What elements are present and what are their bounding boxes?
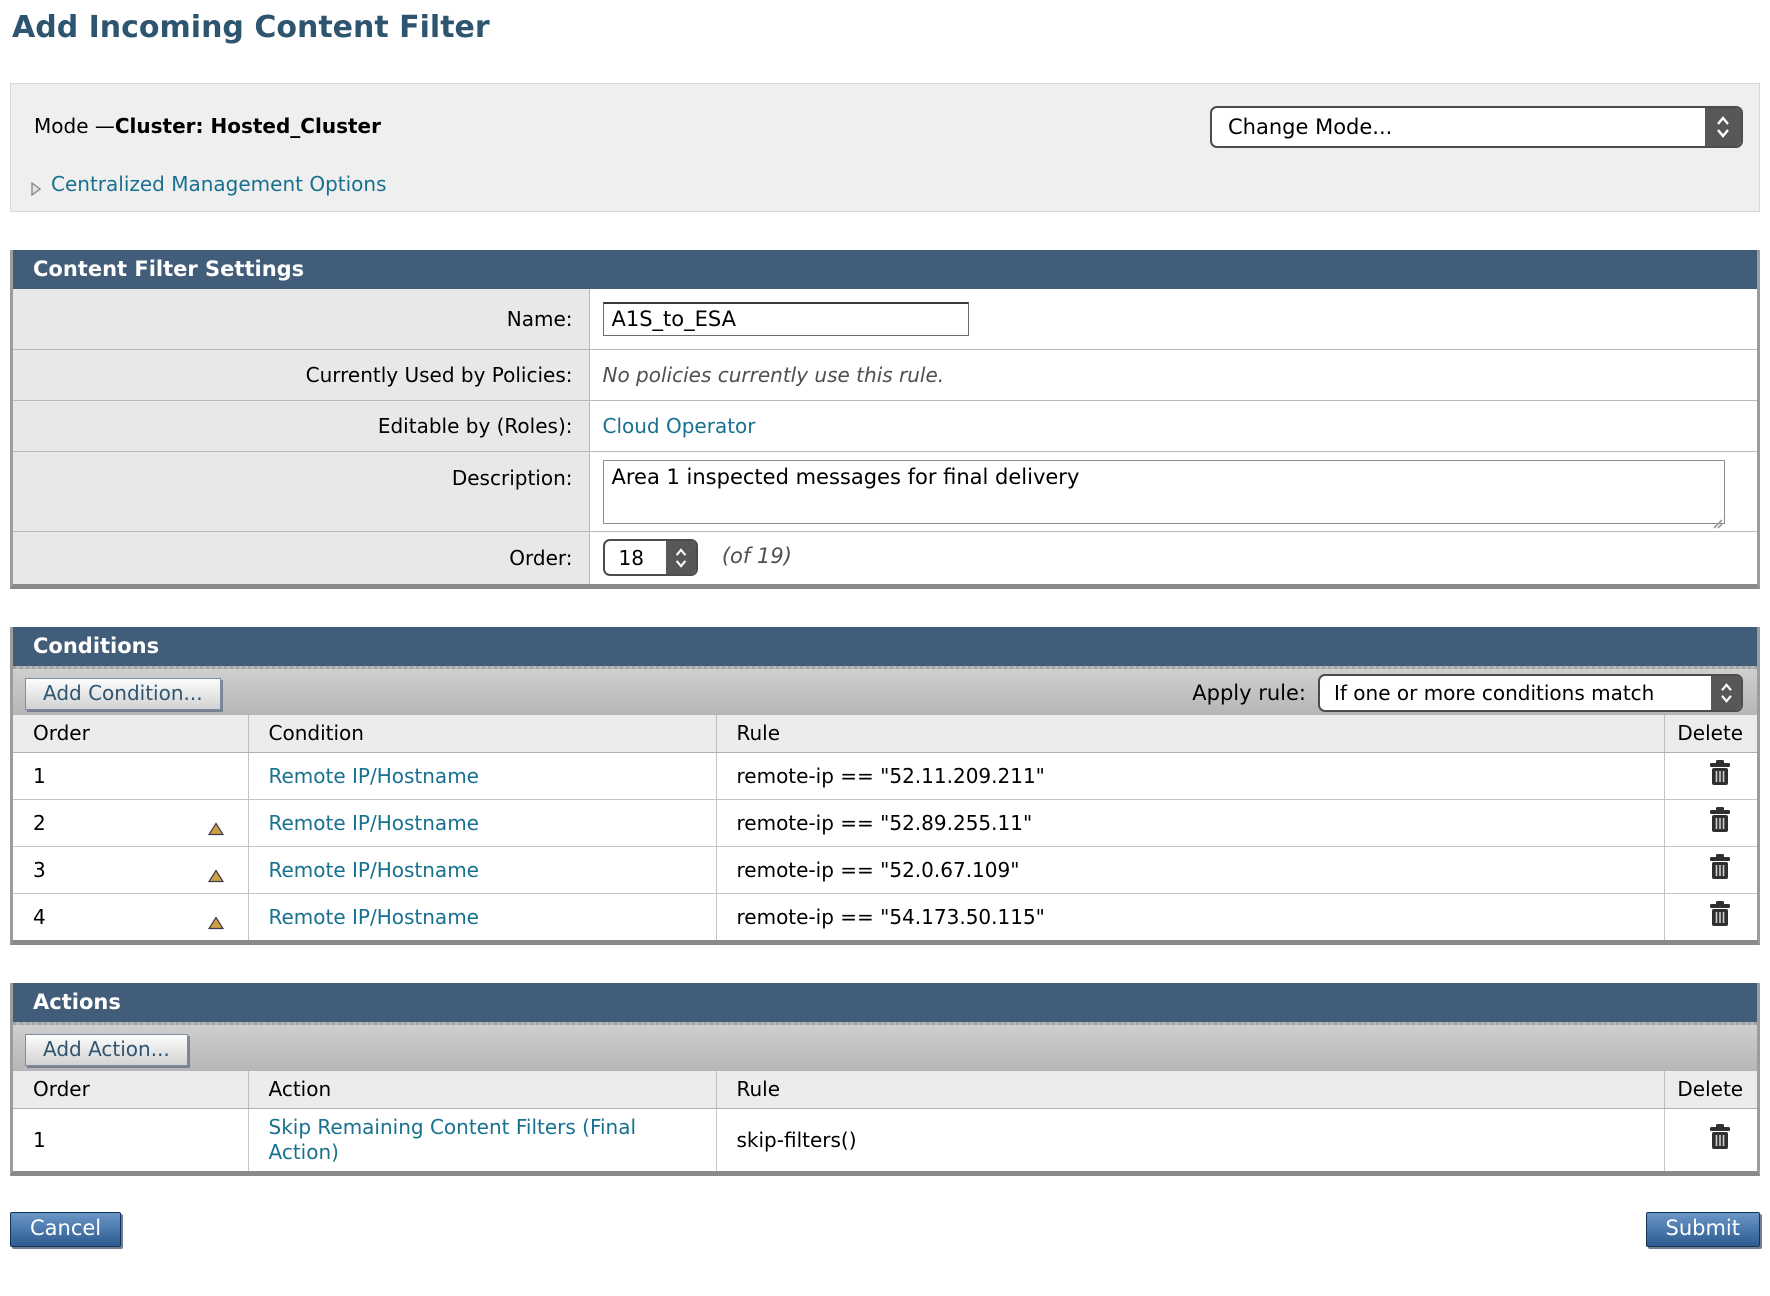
actions-col-action: Action (248, 1071, 716, 1108)
mode-dash: — (95, 114, 115, 138)
actions-toolbar: Add Action... (13, 1022, 1757, 1071)
move-up-icon[interactable] (208, 816, 224, 829)
condition-link[interactable]: Remote IP/Hostname (269, 811, 479, 835)
add-action-button[interactable]: Add Action... (25, 1034, 188, 1066)
table-row: Description: Area 1 inspected messages f… (13, 451, 1757, 531)
trash-icon[interactable] (1708, 854, 1732, 880)
trash-icon[interactable] (1708, 760, 1732, 786)
page-title: Add Incoming Content Filter (12, 10, 1760, 45)
roles-link[interactable]: Cloud Operator (603, 414, 756, 438)
conditions-header: Conditions (13, 627, 1757, 666)
mode-line: Mode —Cluster: Hosted_Cluster (34, 114, 381, 138)
add-condition-button[interactable]: Add Condition... (25, 678, 221, 710)
conditions-toolbar: Add Condition... Apply rule: If one or m… (13, 666, 1757, 715)
table-row: 1 Skip Remaining Content Filters (Final … (13, 1108, 1757, 1171)
cancel-button[interactable]: Cancel (10, 1212, 121, 1247)
condition-link[interactable]: Remote IP/Hostname (269, 764, 479, 788)
condition-link[interactable]: Remote IP/Hostname (269, 858, 479, 882)
settings-table: Name: Currently Used by Policies: No pol… (13, 289, 1757, 584)
table-row: Currently Used by Policies: No policies … (13, 349, 1757, 400)
condition-rule: remote-ip == "52.0.67.109" (716, 846, 1664, 893)
apply-rule-row: Apply rule: If one or more conditions ma… (1192, 674, 1743, 712)
condition-rule: remote-ip == "52.89.255.11" (716, 799, 1664, 846)
apply-rule-select[interactable]: If one or more conditions match (1318, 674, 1743, 712)
policies-label: Currently Used by Policies: (13, 349, 589, 400)
content-filter-settings-panel: Content Filter Settings Name: Currently … (10, 250, 1760, 589)
order-total-note: (of 19) (722, 544, 792, 568)
table-row: Editable by (Roles): Cloud Operator (13, 400, 1757, 451)
chevron-up-down-icon (666, 541, 696, 574)
roles-label: Editable by (Roles): (13, 400, 589, 451)
condition-rule: remote-ip == "54.173.50.115" (716, 893, 1664, 940)
condition-link[interactable]: Remote IP/Hostname (269, 905, 479, 929)
actions-col-order: Order (13, 1071, 248, 1108)
conditions-table: Order Condition Rule Delete 1 Remote IP/… (13, 715, 1757, 940)
action-order: 1 (33, 1128, 46, 1152)
name-label: Name: (13, 289, 589, 349)
condition-rule: remote-ip == "52.11.209.211" (716, 752, 1664, 799)
table-row: 4 Remote IP/Hostname remote-ip == "54.17… (13, 893, 1757, 940)
move-up-icon[interactable] (208, 910, 224, 923)
table-row: Name: (13, 289, 1757, 349)
conditions-col-delete: Delete (1664, 715, 1757, 752)
order-select[interactable]: 18 (603, 539, 698, 576)
condition-order: 3 (33, 858, 46, 882)
actions-header: Actions (13, 983, 1757, 1022)
policies-value: No policies currently use this rule. (603, 363, 945, 387)
mode-box: Mode —Cluster: Hosted_Cluster Change Mod… (10, 83, 1760, 212)
page: Add Incoming Content Filter Mode —Cluste… (0, 10, 1770, 1253)
centralized-management-row: Centralized Management Options (31, 172, 387, 196)
apply-rule-label: Apply rule: (1192, 681, 1306, 705)
apply-rule-selected-value: If one or more conditions match (1320, 676, 1711, 710)
table-row: 3 Remote IP/Hostname remote-ip == "52.0.… (13, 846, 1757, 893)
actions-panel: Actions Add Action... Order Action Rule … (10, 983, 1760, 1176)
actions-col-rule: Rule (716, 1071, 1664, 1108)
trash-icon[interactable] (1708, 901, 1732, 927)
submit-button[interactable]: Submit (1646, 1212, 1761, 1247)
condition-order: 1 (33, 764, 46, 788)
chevron-up-down-icon (1705, 108, 1741, 146)
change-mode-selected-value: Change Mode... (1212, 108, 1705, 146)
actions-col-delete: Delete (1664, 1071, 1757, 1108)
triangle-right-icon (31, 177, 41, 191)
mode-label: Mode (34, 114, 95, 138)
centralized-management-options-link[interactable]: Centralized Management Options (51, 172, 387, 196)
description-label: Description: (13, 451, 589, 531)
move-up-icon[interactable] (208, 863, 224, 876)
order-selected-value: 18 (605, 541, 666, 574)
action-link[interactable]: Skip Remaining Content Filters (Final Ac… (269, 1115, 699, 1165)
change-mode-select[interactable]: Change Mode... (1210, 106, 1743, 148)
condition-order: 2 (33, 811, 46, 835)
conditions-col-order: Order (13, 715, 248, 752)
conditions-col-condition: Condition (248, 715, 716, 752)
condition-order: 4 (33, 905, 46, 929)
name-input[interactable] (603, 302, 969, 336)
action-rule: skip-filters() (716, 1108, 1664, 1171)
conditions-col-rule: Rule (716, 715, 1664, 752)
table-row: 1 Remote IP/Hostname remote-ip == "52.11… (13, 752, 1757, 799)
order-label: Order: (13, 531, 589, 584)
conditions-panel: Conditions Add Condition... Apply rule: … (10, 627, 1760, 945)
mode-value: Cluster: Hosted_Cluster (115, 114, 381, 138)
footer-bar: Cancel Submit (10, 1212, 1760, 1253)
trash-icon[interactable] (1708, 807, 1732, 833)
table-row: Order: 18 (of 19) (13, 531, 1757, 584)
table-row: 2 Remote IP/Hostname remote-ip == "52.89… (13, 799, 1757, 846)
content-filter-settings-header: Content Filter Settings (13, 250, 1757, 289)
description-textarea[interactable]: Area 1 inspected messages for final deli… (603, 460, 1725, 524)
trash-icon[interactable] (1708, 1124, 1732, 1150)
chevron-up-down-icon (1711, 676, 1741, 710)
actions-table: Order Action Rule Delete 1 Skip Remainin… (13, 1071, 1757, 1171)
